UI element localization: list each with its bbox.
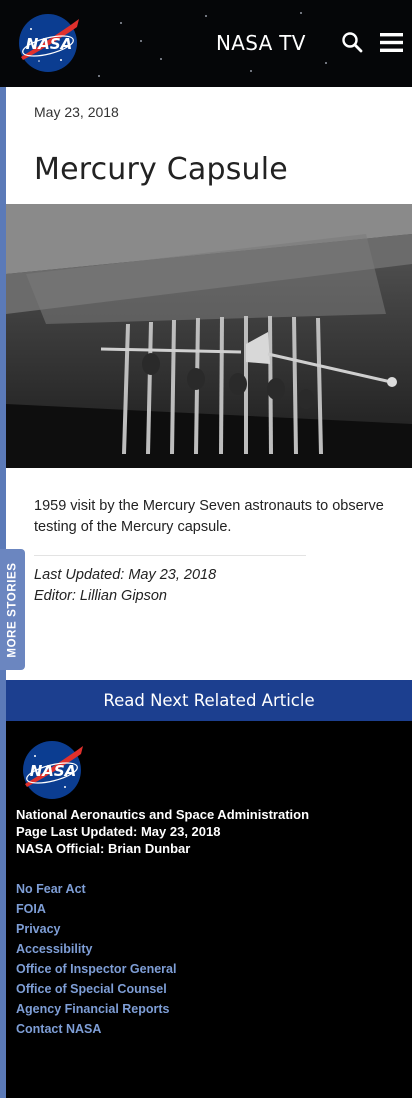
footer-link-special-counsel[interactable]: Office of Special Counsel — [16, 979, 176, 999]
last-updated: Last Updated: May 23, 2018 — [34, 567, 217, 583]
footer-link-contact-nasa[interactable]: Contact NASA — [16, 1019, 176, 1039]
footer-link-no-fear-act[interactable]: No Fear Act — [16, 879, 176, 899]
read-next-label: Read Next Related Article — [103, 691, 315, 710]
divider — [34, 555, 306, 556]
site-footer: NASA National Aeronautics and Space Admi… — [6, 721, 412, 1098]
article-date: May 23, 2018 — [34, 104, 119, 120]
nasa-logo[interactable]: NASA — [17, 13, 81, 73]
article-image[interactable] — [6, 204, 412, 468]
footer-info: National Aeronautics and Space Administr… — [16, 806, 309, 857]
footer-link-privacy[interactable]: Privacy — [16, 919, 176, 939]
read-next-button[interactable]: Read Next Related Article — [6, 680, 412, 721]
hamburger-menu-icon[interactable] — [380, 33, 403, 52]
footer-page-updated: Page Last Updated: May 23, 2018 — [16, 824, 221, 839]
more-stories-label: MORE STORIES — [6, 561, 19, 658]
footer-org: National Aeronautics and Space Administr… — [16, 807, 310, 822]
more-stories-tab[interactable]: MORE STORIES — [0, 549, 25, 670]
nasa-footer-logo[interactable]: NASA — [21, 740, 85, 800]
page-title: Mercury Capsule — [34, 152, 288, 187]
search-icon[interactable] — [341, 31, 363, 53]
footer-links: No Fear Act FOIA Privacy Accessibility O… — [16, 879, 176, 1039]
nasa-tv-link[interactable]: NASA TV — [216, 31, 306, 55]
footer-link-accessibility[interactable]: Accessibility — [16, 939, 176, 959]
footer-link-inspector-general[interactable]: Office of Inspector General — [16, 959, 176, 979]
editor: Editor: Lillian Gipson — [34, 588, 167, 604]
footer-link-foia[interactable]: FOIA — [16, 899, 176, 919]
footer-official: NASA Official: Brian Dunbar — [16, 841, 191, 856]
svg-text:NASA: NASA — [26, 35, 73, 53]
svg-text:NASA: NASA — [30, 762, 77, 780]
site-header: NASA NASA TV — [0, 0, 412, 87]
article-caption: 1959 visit by the Mercury Seven astronau… — [34, 498, 384, 535]
article-content: May 23, 2018 Mercury Capsule 1959 visit … — [6, 87, 412, 680]
footer-link-financial-reports[interactable]: Agency Financial Reports — [16, 999, 176, 1019]
